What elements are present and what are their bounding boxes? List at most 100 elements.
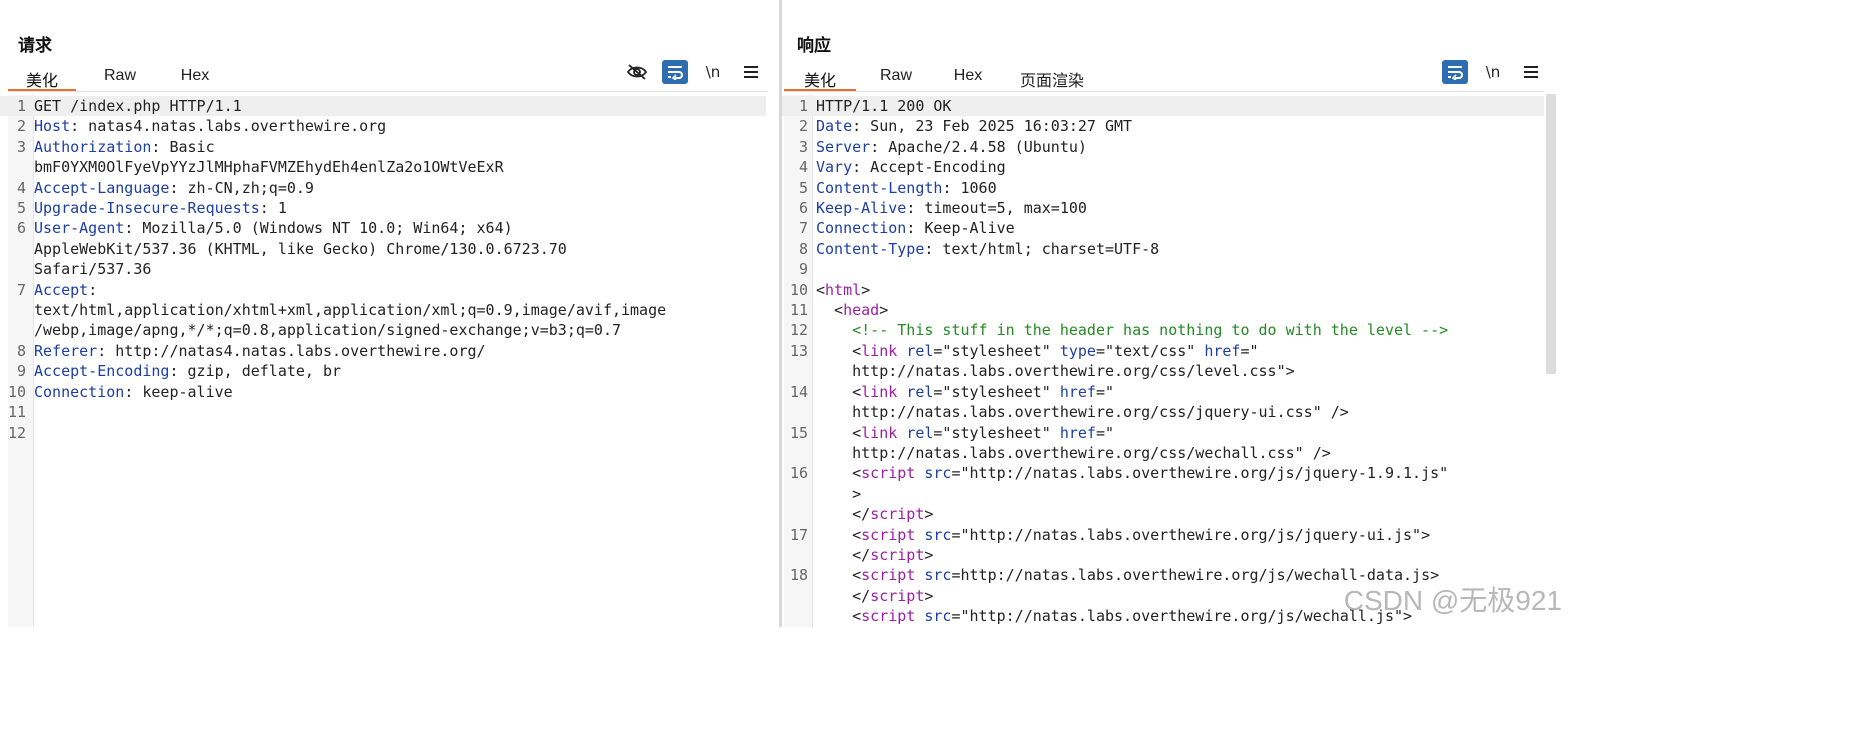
token: script xyxy=(861,566,916,585)
token: href xyxy=(1204,341,1241,360)
code-line[interactable]: 11 <head> xyxy=(782,300,1544,320)
line-content xyxy=(34,402,766,422)
token: bmF0YXM0OlFyeVpYYzJlMHphaFVMZEhydEh4enlZ… xyxy=(34,158,504,177)
line-number: 10 xyxy=(789,280,808,299)
menu-icon xyxy=(1524,66,1538,78)
token: < xyxy=(816,382,862,401)
token: =" xyxy=(1095,382,1115,401)
request-tabs: 美化 Raw Hex xyxy=(8,63,226,92)
token: : http://natas4.natas.labs.overthewire.o… xyxy=(97,341,486,360)
code-line[interactable]: 16 <script src="http://natas.labs.overth… xyxy=(782,463,1544,524)
code-line[interactable]: 6 User-Agent: Mozilla/5.0 (Windows NT 10.… xyxy=(0,218,766,279)
token: ="stylesheet" xyxy=(933,341,1060,360)
tab-pretty[interactable]: 美化 xyxy=(784,63,856,92)
token: Content-Length xyxy=(816,178,943,197)
token: > xyxy=(924,545,934,564)
token: Connection xyxy=(34,382,125,401)
visual-line: Content-Length: 1060 xyxy=(816,178,1544,198)
code-line[interactable]: 5 Upgrade-Insecure-Requests: 1 xyxy=(0,198,766,218)
token: HTTP/1.1 200 OK xyxy=(816,97,952,115)
hide-nonprintable-button[interactable] xyxy=(624,60,650,84)
code-line[interactable]: 10 <html> xyxy=(782,280,1544,300)
visual-line: <link rel="stylesheet" href=" xyxy=(816,382,1544,402)
code-line[interactable]: 3 Authorization: Basic bmF0YXM0OlFyeVpYYzJ… xyxy=(0,137,766,178)
token: src xyxy=(924,607,952,626)
token: : timeout=5, max=100 xyxy=(906,199,1087,218)
visual-line: Accept-Encoding: gzip, deflate, br xyxy=(34,361,766,381)
token: </ xyxy=(816,505,871,524)
line-number: 11 xyxy=(789,301,808,320)
tab-hex[interactable]: Hex xyxy=(936,63,1000,91)
code-line[interactable]: 7 Accept: text/html,application/xhtml+xml,… xyxy=(0,280,766,341)
code-line[interactable]: 9 xyxy=(782,259,1544,279)
tab-render[interactable]: 页面渲染 xyxy=(1004,63,1100,91)
token: : xyxy=(88,280,98,299)
code-line[interactable]: 9 Accept-Encoding: gzip, deflate, br xyxy=(0,361,766,381)
code-line[interactable]: 8 Referer: http://natas4.natas.labs.overt… xyxy=(0,341,766,361)
visual-line: Accept: xyxy=(34,280,766,300)
visual-line: </script> xyxy=(816,545,1544,565)
word-wrap-button[interactable] xyxy=(662,60,688,84)
eye-off-icon xyxy=(626,64,648,80)
word-wrap-button[interactable] xyxy=(1442,60,1468,84)
menu-icon xyxy=(744,66,758,78)
code-line[interactable]: 1 HTTP/1.1 200 OK xyxy=(782,96,1544,117)
code-line[interactable]: 5 Content-Length: 1060 xyxy=(782,178,1544,198)
token: AppleWebKit/537.36 (KHTML, like Gecko) C… xyxy=(34,239,567,258)
code-line[interactable]: 8 Content-Type: text/html; charset=UTF-8 xyxy=(782,239,1544,259)
response-editor[interactable]: 1 HTTP/1.1 200 OK 2 Date: Sun, 23 Feb 2025 … xyxy=(782,96,1544,627)
code-line[interactable]: 12 <!-- This stuff in the header has not… xyxy=(782,320,1544,340)
code-line[interactable]: 4 Accept-Language: zh-CN,zh;q=0.9 xyxy=(0,178,766,198)
token: : Mozilla/5.0 (Windows NT 10.0; Win64; x… xyxy=(124,219,513,238)
code-line[interactable]: 14 <link rel="stylesheet" href=" http://… xyxy=(782,382,1544,423)
code-line[interactable]: 1 GET /index.php HTTP/1.1 xyxy=(0,96,766,117)
token: GET /index.php HTTP/1.1 xyxy=(34,97,242,115)
tab-hex[interactable]: Hex xyxy=(164,63,226,91)
tab-raw[interactable]: Raw xyxy=(80,63,160,91)
line-number: 14 xyxy=(789,382,808,401)
token: > xyxy=(924,505,934,524)
line-number: 8 xyxy=(16,341,26,360)
visual-line: HTTP/1.1 200 OK xyxy=(816,96,1544,116)
line-content: HTTP/1.1 200 OK xyxy=(816,96,1544,116)
code-line[interactable]: 6 Keep-Alive: timeout=5, max=100 xyxy=(782,198,1544,218)
token: : 1 xyxy=(259,199,287,218)
line-number: 3 xyxy=(16,137,26,156)
code-line[interactable]: 12 xyxy=(0,423,766,443)
menu-button[interactable] xyxy=(1518,60,1544,84)
code-line[interactable]: 11 xyxy=(0,402,766,422)
code-line[interactable]: 15 <link rel="stylesheet" href=" http://… xyxy=(782,423,1544,464)
code-line[interactable]: 2 Date: Sun, 23 Feb 2025 16:03:27 GMT xyxy=(782,116,1544,136)
menu-button[interactable] xyxy=(738,60,764,84)
request-editor[interactable]: 1 GET /index.php HTTP/1.1 2 Host: natas4.na… xyxy=(0,96,766,443)
line-content: <head> xyxy=(816,300,1544,320)
code-line[interactable]: 2 Host: natas4.natas.labs.overthewire.org xyxy=(0,116,766,136)
line-number: 18 xyxy=(789,566,808,585)
show-newlines-button[interactable]: \n xyxy=(700,60,726,84)
line-content: User-Agent: Mozilla/5.0 (Windows NT 10.0… xyxy=(34,218,766,279)
line-number: 16 xyxy=(789,464,808,483)
code-line[interactable]: 17 <script src="http://natas.labs.overth… xyxy=(782,525,1544,566)
tab-raw[interactable]: Raw xyxy=(858,63,934,91)
show-newlines-button[interactable]: \n xyxy=(1480,60,1506,84)
line-content: Content-Length: 1060 xyxy=(816,178,1544,198)
line-content: Server: Apache/2.4.58 (Ubuntu) xyxy=(816,137,1544,157)
token: > xyxy=(924,586,934,605)
code-line[interactable]: 7 Connection: Keep-Alive xyxy=(782,218,1544,238)
token: ="text/css" xyxy=(1095,341,1205,360)
token: Content-Type xyxy=(816,239,925,258)
token: User-Agent xyxy=(34,219,125,238)
tab-pretty[interactable]: 美化 xyxy=(8,63,76,92)
code-line[interactable]: 13 <link rel="stylesheet" type="text/css… xyxy=(782,341,1544,382)
token: < xyxy=(816,607,862,626)
line-number: 7 xyxy=(798,219,808,238)
code-line[interactable]: 10 Connection: keep-alive xyxy=(0,382,766,402)
token: ="stylesheet" xyxy=(933,382,1060,401)
response-scrollbar[interactable] xyxy=(1546,94,1556,374)
code-line[interactable]: 3 Server: Apache/2.4.58 (Ubuntu) xyxy=(782,137,1544,157)
watermark: CSDN @无极921 xyxy=(1343,585,1562,616)
token: Upgrade-Insecure-Requests xyxy=(34,199,260,218)
code-line[interactable]: 4 Vary: Accept-Encoding xyxy=(782,157,1544,177)
visual-line: <!-- This stuff in the header has nothin… xyxy=(816,320,1544,340)
token: =" xyxy=(1240,341,1259,360)
